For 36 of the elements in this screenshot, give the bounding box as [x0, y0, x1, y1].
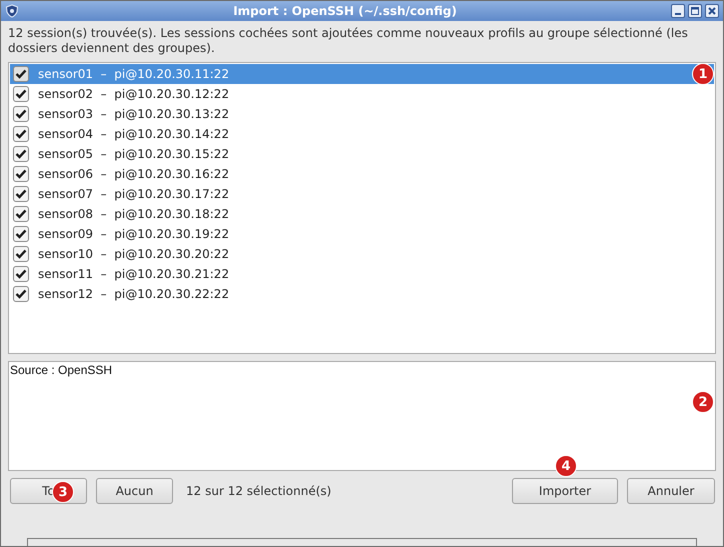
selection-count: 12 sur 12 sélectionné(s) [186, 484, 332, 498]
session-item[interactable]: sensor03 – pi@10.20.30.13:22 [10, 104, 714, 124]
checkbox[interactable] [13, 106, 29, 122]
session-item[interactable]: sensor08 – pi@10.20.30.18:22 [10, 204, 714, 224]
session-item[interactable]: sensor02 – pi@10.20.30.12:22 [10, 84, 714, 104]
maximize-button[interactable] [688, 4, 702, 18]
session-item[interactable]: sensor10 – pi@10.20.30.20:22 [10, 244, 714, 264]
session-item[interactable]: sensor04 – pi@10.20.30.14:22 [10, 124, 714, 144]
close-button[interactable] [705, 4, 719, 18]
minimize-button[interactable] [671, 4, 685, 18]
checkbox[interactable] [13, 86, 29, 102]
select-none-button[interactable]: Aucun [96, 478, 173, 504]
session-item[interactable]: sensor05 – pi@10.20.30.15:22 [10, 144, 714, 164]
checkbox[interactable] [13, 266, 29, 282]
checkbox[interactable] [13, 186, 29, 202]
session-item[interactable]: sensor06 – pi@10.20.30.16:22 [10, 164, 714, 184]
description-text: 12 session(s) trouvée(s). Les sessions cochées sont ajoutées comme nouveaux profils au groupe sélectionné (les dossiers deviennent des groupes). [8, 26, 689, 56]
checkbox[interactable] [13, 226, 29, 242]
session-item[interactable]: sensor07 – pi@10.20.30.17:22 [10, 184, 714, 204]
checkbox[interactable] [13, 166, 29, 182]
checkbox[interactable] [13, 146, 29, 162]
session-item[interactable]: sensor09 – pi@10.20.30.19:22 [10, 224, 714, 244]
window-title: Import : OpenSSH (~/.ssh/config) [232, 4, 458, 18]
session-item[interactable]: sensor12 – pi@10.20.30.22:22 [10, 284, 714, 304]
close-icon [708, 7, 716, 15]
import-button[interactable]: Importer [512, 478, 618, 504]
checkbox[interactable] [13, 246, 29, 262]
details-text: Source : OpenSSH [10, 363, 112, 377]
cancel-button[interactable]: Annuler [627, 478, 715, 504]
session-item[interactable]: sensor11 – pi@10.20.30.21:22 [10, 264, 714, 284]
checkbox[interactable] [13, 286, 29, 302]
checkbox[interactable] [13, 66, 29, 82]
maximize-icon [691, 7, 699, 15]
shield-icon [5, 4, 19, 18]
checkbox[interactable] [13, 126, 29, 142]
checkbox[interactable] [13, 206, 29, 222]
